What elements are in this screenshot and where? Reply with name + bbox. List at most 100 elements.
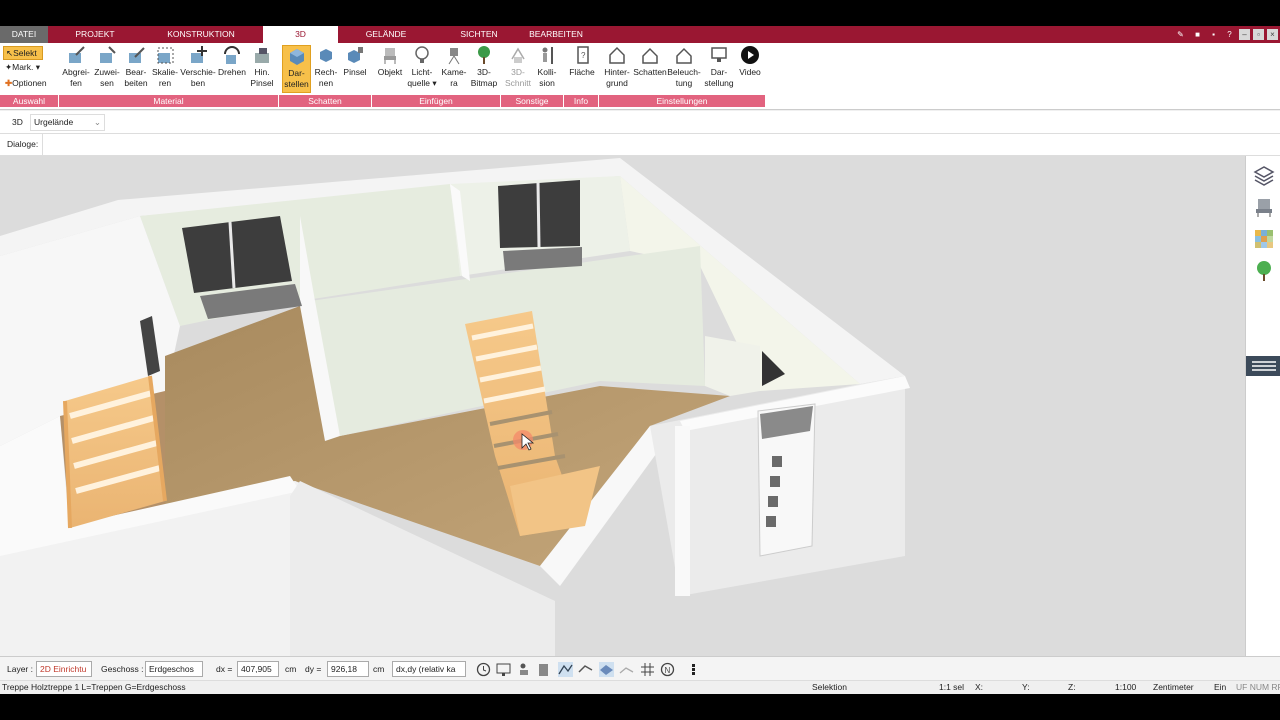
group-sonstige: Sonstige [501,95,564,107]
zuweisen-button[interactable]: Zuwei-sen [92,45,122,89]
rechnen-button[interactable]: Rech-nen [312,45,340,89]
video-play-icon [741,46,759,64]
dx-label: dx = [216,664,233,674]
floor-label: Geschoss : [101,664,144,674]
flaeche-button[interactable]: ? Fläche [567,45,597,78]
status-bar: Treppe Holztreppe 1 L=Treppen G=Erdgesch… [0,680,1280,694]
more-options-icon[interactable] [686,662,701,677]
group-material: Material [59,95,279,107]
tab-konstruktion[interactable]: KONSTRUKTION [160,26,242,43]
optionen-button[interactable]: ✚Optionen [5,77,47,89]
close-icon[interactable]: × [1267,29,1278,40]
background-house-icon [609,46,625,64]
3d-viewport[interactable] [0,156,1245,656]
schatten-button[interactable]: Schatten [633,45,667,78]
help-icon[interactable]: ? [1224,29,1235,40]
material-palette-icon[interactable] [1253,228,1275,250]
move-icon [191,46,207,63]
drehen-button[interactable]: Drehen [216,45,248,78]
terrain-select[interactable]: Urgelände ⌄ [30,114,105,131]
lightbulb-icon [415,46,429,63]
restore-icon[interactable]: ▫ [1253,29,1264,40]
tab-3d[interactable]: 3D [263,26,338,44]
minimize-icon[interactable]: – [1239,29,1250,40]
skalieren-button[interactable]: Skalie-ren [150,45,180,89]
layers-icon[interactable] [1253,164,1275,186]
abgreifen-button[interactable]: Abgrei-fen [61,45,91,89]
tree-bitmap-icon [478,46,490,64]
lichtquelle-button[interactable]: Licht-quelle ▾ [406,45,438,89]
view-mode-label: 3D [12,117,23,127]
status-x: X: [975,682,984,692]
status-message: Treppe Holztreppe 1 L=Treppen G=Erdgesch… [2,682,186,692]
dx-unit: cm [285,664,297,674]
grid-hatch-icon[interactable] [619,662,634,677]
selekt-button[interactable]: ↖Selekt [3,46,43,60]
north-icon[interactable]: N [660,662,675,677]
3d-bitmap-button[interactable]: 3D- Bitmap [469,45,499,89]
dx-input[interactable]: 407,905 [237,661,279,677]
kamera-button[interactable]: Kame-ra [439,45,469,89]
hintergrund-button[interactable]: Hinter-grund [601,45,633,89]
tab-bearbeiten[interactable]: BEARBEITEN [520,26,592,43]
tab-projekt[interactable]: PROJEKT [60,26,130,43]
floor-select[interactable]: Erdgeschos [145,661,203,677]
layer-select[interactable]: 2D Einrichtu [36,661,92,677]
status-ein: Ein [1214,682,1227,692]
video-button[interactable]: Video [736,45,764,78]
clock-icon[interactable] [476,662,491,677]
pinsel-button[interactable]: Pinsel [341,45,369,78]
3d-house-render [0,156,1245,656]
tools-icon[interactable]: ✎ [1175,29,1186,40]
dialog-bar: Dialoge: [0,134,1280,156]
snap-plane-icon[interactable] [599,662,614,677]
menu-tab-bar: DATEI PROJEKT KONSTRUKTION 3D GELÄNDE SI… [0,26,1280,44]
right-side-panel [1245,156,1280,656]
edit-material-icon [129,47,145,63]
furniture-icon[interactable] [1253,196,1275,218]
status-z: Z: [1068,682,1076,692]
objekt-button[interactable]: Objekt [375,45,405,78]
camera-icon [448,48,460,65]
mark-button[interactable]: ✦Mark. ▾ [5,61,40,73]
display-monitor-icon [711,47,727,62]
dy-label: dy = [305,664,322,674]
bearbeiten-button[interactable]: Bear-beiten [122,45,150,89]
kollision-button[interactable]: Kolli-sion [533,45,561,89]
tab-datei[interactable]: DATEI [0,26,48,43]
darstellung-button[interactable]: Dar-stellung [703,45,735,89]
tab-sichten[interactable]: SICHTEN [443,26,515,43]
hin-pinsel-button[interactable]: Hin. Pinsel [248,45,276,89]
compute-shadow-icon [320,49,332,62]
verschieben-button[interactable]: Verschie-ben [180,45,216,89]
settings-icon[interactable]: ■ [1192,29,1203,40]
grid-icon[interactable] [640,662,655,677]
snap-line-icon[interactable] [558,662,573,677]
cube-shade-icon [289,49,304,65]
monitor-icon[interactable] [496,662,511,677]
tree-icon[interactable] [1253,260,1275,282]
chevron-down-icon: ⌄ [93,117,101,127]
rotate-icon [224,46,240,64]
darstellen-button[interactable]: Dar-stellen [282,45,311,93]
3d-schnitt-button[interactable]: 3D- Schnitt [504,45,532,89]
snap-angle-icon[interactable] [578,662,593,677]
hamburger-icon [1252,361,1276,371]
clipboard-icon[interactable] [536,662,551,677]
area-info-icon: ? [577,46,589,64]
options-icon[interactable]: ▪ [1208,29,1219,40]
brush-icon [255,48,269,63]
shadow-house-icon [642,47,658,64]
dy-input[interactable]: 926,18 [327,661,369,677]
tab-gelaende[interactable]: GELÄNDE [350,26,422,43]
walk-camera-icon[interactable] [516,662,531,677]
group-auswahl: Auswahl [0,95,59,107]
status-mode: Selektion [812,682,847,692]
beleuchtung-button[interactable]: Beleuch-tung [667,45,701,89]
panel-toggle[interactable] [1246,356,1280,376]
status-selcount: 1:1 sel [939,682,965,692]
section-cut-icon [511,47,525,63]
coord-mode-select[interactable]: dx,dy (relativ ka [392,661,466,677]
collision-person-icon [542,47,553,64]
svg-text:?: ? [581,51,586,60]
